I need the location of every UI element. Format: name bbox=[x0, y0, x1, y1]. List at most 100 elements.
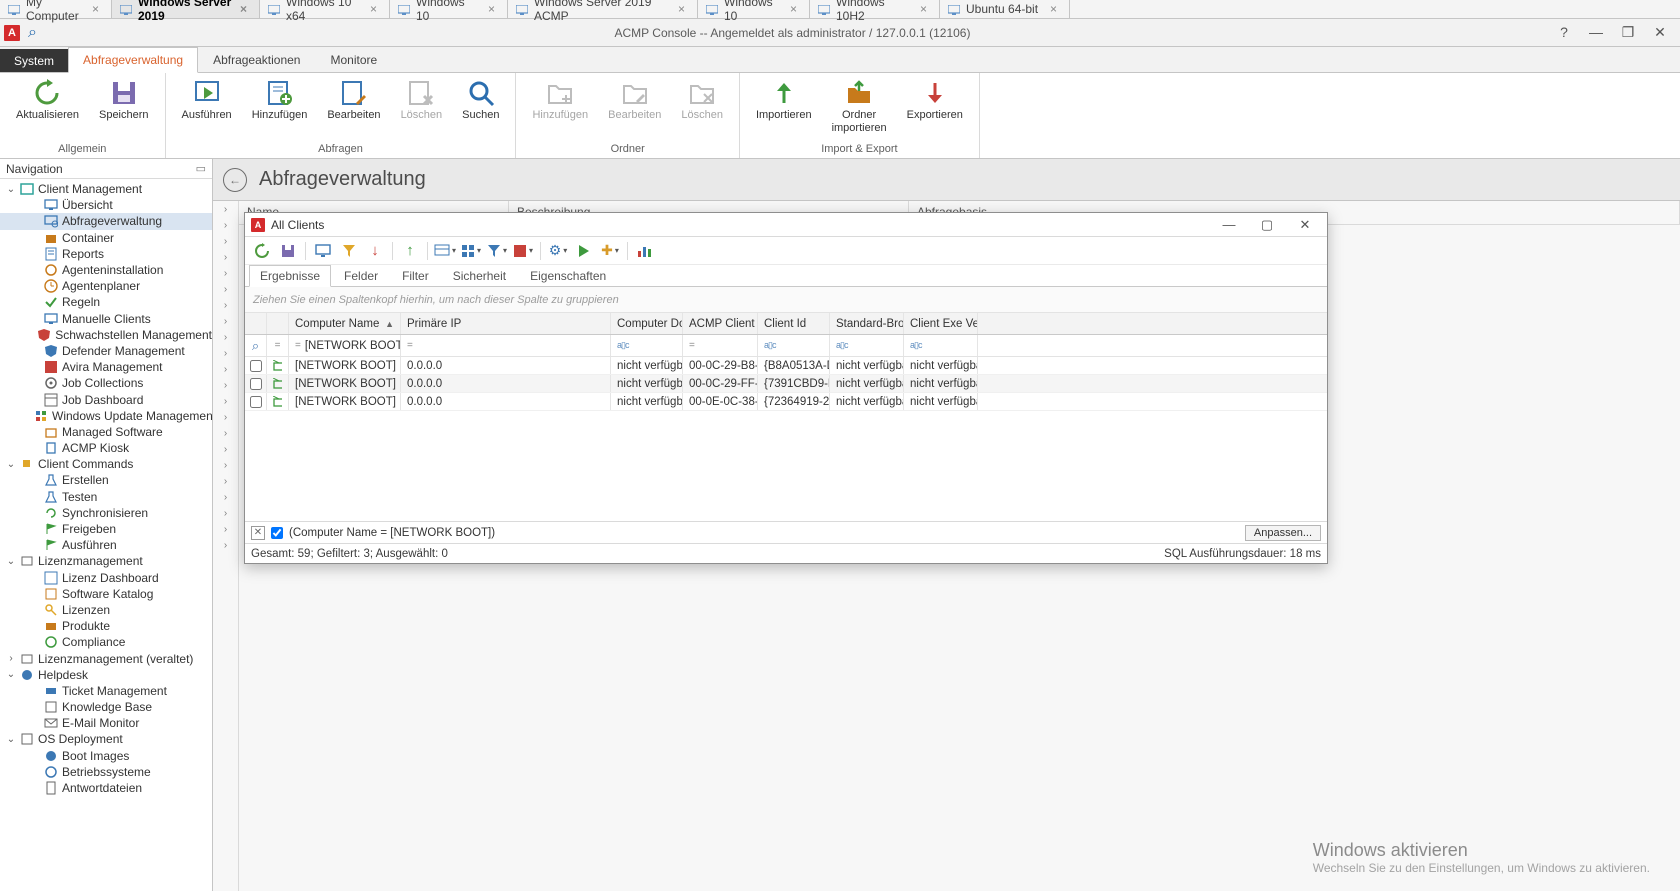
nav-item[interactable]: E-Mail Monitor bbox=[0, 715, 212, 731]
ribbon-import[interactable]: Importieren bbox=[746, 77, 822, 124]
dialog-titlebar[interactable]: A All Clients — ▢ ✕ bbox=[245, 213, 1327, 237]
gutter-expand[interactable]: › bbox=[213, 265, 238, 281]
funnel-blue-dropdown[interactable] bbox=[486, 240, 508, 262]
gutter-expand[interactable]: › bbox=[213, 217, 238, 233]
grid-row[interactable]: [NETWORK BOOT]0.0.0.0nicht verfügbar00-0… bbox=[245, 393, 1327, 411]
gutter-expand[interactable]: › bbox=[213, 345, 238, 361]
nav-item[interactable]: Synchronisieren bbox=[0, 505, 212, 521]
arrow-down-red-icon[interactable]: ↓ bbox=[364, 240, 386, 262]
ribbon-add[interactable]: Hinzufügen bbox=[242, 77, 318, 124]
dialog-maximize[interactable]: ▢ bbox=[1251, 217, 1283, 233]
col-client-exe[interactable]: Client Exe Ve... bbox=[904, 313, 978, 334]
nav-item[interactable]: Job Dashboard bbox=[0, 391, 212, 407]
nav-item[interactable]: Ausführen bbox=[0, 537, 212, 553]
gutter-expand[interactable]: › bbox=[213, 281, 238, 297]
navigation-tree[interactable]: ⌄Client ManagementÜbersichtAbfrageverwal… bbox=[0, 179, 212, 891]
nav-item[interactable]: Ticket Management bbox=[0, 683, 212, 699]
nav-item[interactable]: ⌄OS Deployment bbox=[0, 731, 212, 747]
refresh-icon[interactable] bbox=[251, 240, 273, 262]
col-standard-browser[interactable]: Standard-Bro... bbox=[830, 313, 904, 334]
nav-item[interactable]: Job Collections bbox=[0, 375, 212, 391]
gutter-expand[interactable]: › bbox=[213, 297, 238, 313]
nav-item[interactable]: Betriebssysteme bbox=[0, 764, 212, 780]
nav-item[interactable]: Agentenplaner bbox=[0, 278, 212, 294]
abc-filter-icon[interactable]: a▯c bbox=[617, 340, 628, 351]
col-client-id[interactable]: Client Id bbox=[758, 313, 830, 334]
clear-filter-button[interactable]: ✕ bbox=[251, 526, 265, 540]
nav-item[interactable]: ⌄Client Management bbox=[0, 181, 212, 197]
filter-enabled-checkbox[interactable] bbox=[271, 527, 283, 539]
tab-monitore[interactable]: Monitore bbox=[315, 47, 392, 72]
gutter-expand[interactable]: › bbox=[213, 521, 238, 537]
gutter-expand[interactable]: › bbox=[213, 425, 238, 441]
nav-item[interactable]: Schwachstellen Management bbox=[0, 327, 212, 343]
gutter-expand[interactable]: › bbox=[213, 201, 238, 217]
dialog-tab-ergebnisse[interactable]: Ergebnisse bbox=[249, 265, 331, 287]
vm-tab[interactable]: Windows 10× bbox=[390, 0, 508, 18]
col-computer-name[interactable]: Computer Name▲ bbox=[289, 313, 401, 334]
gutter-expand[interactable]: › bbox=[213, 393, 238, 409]
ribbon-run[interactable]: Ausführen bbox=[172, 77, 242, 124]
maximize-button[interactable]: ❐ bbox=[1612, 24, 1644, 41]
gutter-expand[interactable]: › bbox=[213, 329, 238, 345]
col-acmp-client[interactable]: ACMP Client ... bbox=[683, 313, 758, 334]
vm-tab[interactable]: Ubuntu 64-bit× bbox=[940, 0, 1070, 18]
puzzle-dropdown[interactable]: ✚ bbox=[599, 240, 621, 262]
back-button[interactable]: ← bbox=[223, 168, 247, 192]
grid-row[interactable]: [NETWORK BOOT]0.0.0.0nicht verfügbar00-0… bbox=[245, 375, 1327, 393]
save-icon[interactable] bbox=[277, 240, 299, 262]
nav-item[interactable]: Lizenzen bbox=[0, 602, 212, 618]
quick-search-icon[interactable]: ⌕ bbox=[28, 24, 37, 42]
expand-icon[interactable]: ⌄ bbox=[6, 669, 16, 680]
play-icon[interactable] bbox=[573, 240, 595, 262]
nav-item[interactable]: Avira Management bbox=[0, 359, 212, 375]
vm-tab-close[interactable]: × bbox=[788, 2, 799, 16]
dialog-tab-felder[interactable]: Felder bbox=[333, 265, 389, 286]
abc-filter-icon[interactable]: a▯c bbox=[836, 340, 847, 351]
grid-filter-row[interactable]: ⌕ = =[NETWORK BOOT] = a▯c = a▯c a▯c a▯c bbox=[245, 335, 1327, 357]
ribbon-edit[interactable]: Bearbeiten bbox=[317, 77, 390, 124]
nav-item[interactable]: Boot Images bbox=[0, 748, 212, 764]
grid-row[interactable]: [NETWORK BOOT]0.0.0.0nicht verfügbar00-0… bbox=[245, 357, 1327, 375]
layout-dropdown[interactable] bbox=[434, 240, 456, 262]
nav-item[interactable]: Testen bbox=[0, 489, 212, 505]
gutter-expand[interactable]: › bbox=[213, 249, 238, 265]
nav-item[interactable]: Knowledge Base bbox=[0, 699, 212, 715]
vm-tab-close[interactable]: × bbox=[90, 2, 101, 16]
vm-tab-close[interactable]: × bbox=[676, 2, 687, 16]
vm-tab[interactable]: Windows 10H2× bbox=[810, 0, 940, 18]
minimize-button[interactable]: — bbox=[1580, 24, 1612, 41]
gear-dropdown[interactable]: ⚙ bbox=[547, 240, 569, 262]
gutter-expand[interactable]: › bbox=[213, 505, 238, 521]
nav-item[interactable]: Freigeben bbox=[0, 521, 212, 537]
gutter-expand[interactable]: › bbox=[213, 361, 238, 377]
nav-item[interactable]: Lizenz Dashboard bbox=[0, 570, 212, 586]
tiles-dropdown[interactable] bbox=[460, 240, 482, 262]
abc-filter-icon[interactable]: a▯c bbox=[764, 340, 775, 351]
nav-item[interactable]: Regeln bbox=[0, 294, 212, 310]
nav-item[interactable]: Container bbox=[0, 230, 212, 246]
nav-item[interactable]: Manuelle Clients bbox=[0, 311, 212, 327]
expand-icon[interactable]: ⌄ bbox=[6, 184, 16, 195]
nav-item[interactable]: Antwortdateien bbox=[0, 780, 212, 796]
dialog-tab-filter[interactable]: Filter bbox=[391, 265, 440, 286]
ribbon-save[interactable]: Speichern bbox=[89, 77, 159, 124]
nav-item[interactable]: Agenteninstallation bbox=[0, 262, 212, 278]
nav-item[interactable]: ⌄Lizenzmanagement bbox=[0, 553, 212, 569]
nav-item[interactable]: ›Lizenzmanagement (veraltet) bbox=[0, 650, 212, 666]
gutter-expand[interactable]: › bbox=[213, 233, 238, 249]
vm-tab-close[interactable]: × bbox=[238, 2, 249, 16]
gutter-expand[interactable]: › bbox=[213, 537, 238, 553]
tab-system[interactable]: System bbox=[0, 49, 68, 72]
help-button[interactable]: ? bbox=[1548, 24, 1580, 41]
vm-tab[interactable]: Windows 10× bbox=[698, 0, 810, 18]
row-checkbox[interactable] bbox=[250, 360, 262, 372]
row-checkbox[interactable] bbox=[250, 396, 262, 408]
nav-item[interactable]: ACMP Kiosk bbox=[0, 440, 212, 456]
nav-item[interactable]: Managed Software bbox=[0, 424, 212, 440]
dialog-close[interactable]: ✕ bbox=[1289, 217, 1321, 233]
nav-item[interactable]: Reports bbox=[0, 246, 212, 262]
customize-filter-button[interactable]: Anpassen... bbox=[1245, 525, 1321, 541]
expand-icon[interactable]: ⌄ bbox=[6, 734, 16, 745]
row-checkbox[interactable] bbox=[250, 378, 262, 390]
